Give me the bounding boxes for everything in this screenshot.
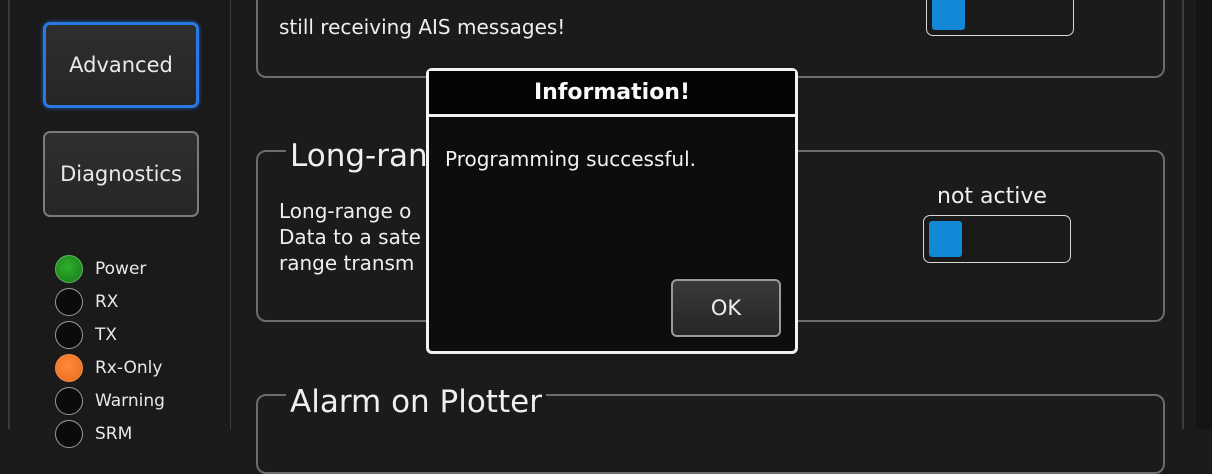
indicator-power: Power [55,252,165,285]
power-led-icon [55,254,83,283]
long-range-text-line: Data to a sate [279,225,421,249]
alarm-title: Alarm on Plotter [286,384,546,420]
indicator-warning: Warning [55,384,165,417]
information-dialog: Information! Programming successful. OK [426,68,798,354]
sidebar-edge [8,0,10,429]
sidebar-divider [230,0,231,429]
dialog-title: Information! [429,71,795,117]
indicator-label: Rx-Only [95,357,163,378]
sidebar: Advanced Diagnostics Power RX TX Rx-Only… [0,0,230,448]
advanced-button[interactable]: Advanced [43,22,199,108]
status-indicators: Power RX TX Rx-Only Warning SRM [55,252,165,450]
window-edge [1182,0,1184,429]
indicator-label: Power [95,258,147,279]
ok-button[interactable]: OK [671,279,781,337]
indicator-label: RX [95,291,119,312]
long-range-toggle[interactable] [923,215,1071,263]
indicator-tx: TX [55,318,165,351]
indicator-rx: RX [55,285,165,318]
long-range-text-line: range transm [279,251,415,275]
indicator-rx-only: Rx-Only [55,351,165,384]
ais-receive-toggle[interactable] [926,0,1074,36]
indicator-label: TX [95,324,118,345]
indicator-srm: SRM [55,417,165,450]
toggle-knob [932,0,965,30]
indicator-label: SRM [95,423,133,444]
dialog-message: Programming successful. [445,147,697,171]
diagnostics-button[interactable]: Diagnostics [43,131,199,217]
indicator-label: Warning [95,390,165,411]
toggle-knob [929,221,962,257]
ais-receive-text: still receiving AIS messages! [279,15,566,39]
rx-led-icon [55,287,83,316]
tx-led-icon [55,320,83,349]
long-range-status: not active [937,184,1047,209]
warning-led-icon [55,386,83,415]
scroll-area [1196,0,1212,429]
long-range-text-line: Long-range o [279,199,412,223]
rx-only-led-icon [55,353,83,382]
srm-led-icon [55,419,83,448]
